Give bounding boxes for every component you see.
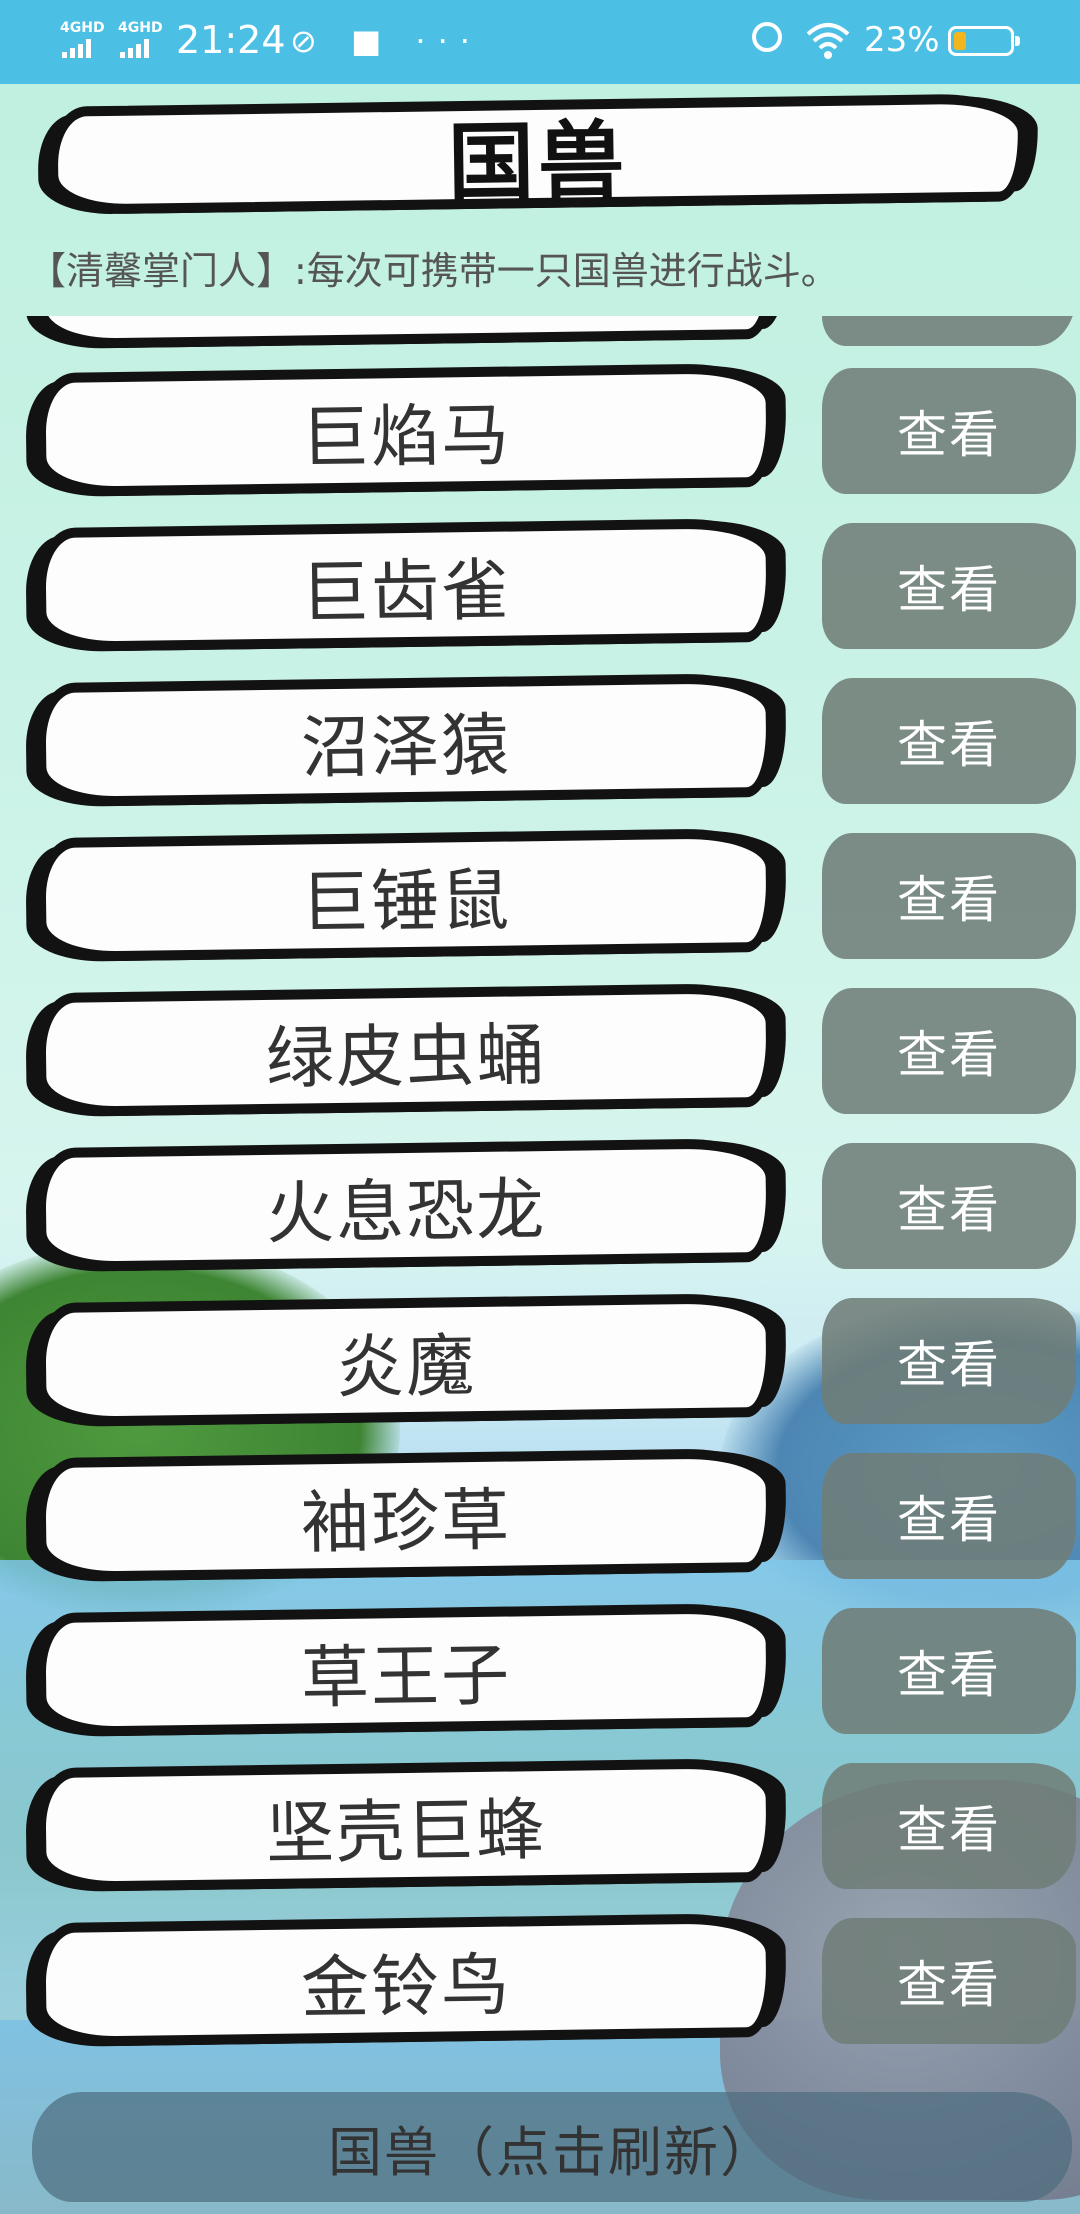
battery-percent: 23%	[864, 20, 940, 60]
clock: 21:24	[176, 18, 286, 62]
beast-name-banner[interactable]: 巨焰马	[35, 362, 777, 498]
beast-name: 金铃鸟	[300, 1946, 512, 2028]
beast-name-banner[interactable]: 炎魔	[35, 1292, 777, 1428]
signal-icon-1	[62, 38, 91, 58]
list-item: 金铃鸟 查看	[0, 1906, 1080, 2061]
view-button[interactable]: 查看	[822, 316, 1076, 346]
list-item: 袖珍草 查看	[0, 1441, 1080, 1596]
list-item: 沼泽猿 查看	[0, 666, 1080, 821]
screen: 4GHD 4GHD 21:24 ⊘ ■ ··· 23% 国兽 【清馨掌门人】:每…	[0, 0, 1080, 2214]
beast-name: 袖珍草	[300, 1481, 512, 1563]
notification-icons: ⊘ ■ ···	[290, 22, 482, 60]
alarm-icon	[752, 22, 782, 52]
view-button[interactable]: 查看	[822, 1763, 1076, 1889]
view-button[interactable]: 查看	[822, 523, 1076, 649]
list-item: 巨锤鼠 查看	[0, 821, 1080, 976]
view-button[interactable]: 查看	[822, 1918, 1076, 2044]
wifi-icon	[806, 23, 850, 59]
list-item: 绿皮虫蛹 查看	[0, 976, 1080, 1131]
beast-name-banner[interactable]: 坚壳巨蜂	[35, 1757, 777, 1893]
beast-name: 巨锤鼠	[300, 861, 512, 943]
view-button[interactable]: 查看	[822, 1453, 1076, 1579]
beast-name-banner[interactable]: 火息恐龙	[35, 1137, 777, 1273]
view-button[interactable]: 查看	[822, 678, 1076, 804]
list-item: 草王子 查看	[0, 1596, 1080, 1751]
status-bar: 4GHD 4GHD 21:24 ⊘ ■ ··· 23%	[0, 0, 1080, 84]
beast-name-banner[interactable]: 袖珍草	[35, 1447, 777, 1583]
title-banner: 国兽	[47, 93, 1029, 215]
beast-name-banner[interactable]: 巨锤鼠	[35, 827, 777, 963]
view-button[interactable]: 查看	[822, 988, 1076, 1114]
beast-name-banner[interactable]: 草王子	[35, 1602, 777, 1738]
view-button[interactable]: 查看	[822, 1608, 1076, 1734]
list-item: 坚壳巨蜂 查看	[0, 1751, 1080, 1906]
list-item: 巨齿雀 查看	[0, 511, 1080, 666]
signal-icon-2	[120, 38, 149, 58]
list-item: 火息恐龙 查看	[0, 1131, 1080, 1286]
signal-label-2: 4GHD	[118, 20, 163, 36]
page-title: 国兽	[447, 111, 629, 214]
beast-name: 草王子	[300, 1636, 512, 1718]
list-item: 炎魔 查看	[0, 1286, 1080, 1441]
beast-list[interactable]: 查看 巨焰马 查看 巨齿雀 查看 沼泽猿 查看 巨锤鼠 查看 绿皮虫蛹 查看 火…	[0, 316, 1080, 2086]
beast-name-banner[interactable]: 绿皮虫蛹	[35, 982, 777, 1118]
beast-name: 炎魔	[335, 1326, 477, 1408]
view-button[interactable]: 查看	[822, 1143, 1076, 1269]
refresh-button[interactable]: 国兽（点击刷新）	[32, 2092, 1072, 2202]
view-button[interactable]: 查看	[822, 833, 1076, 959]
beast-name: 坚壳巨蜂	[265, 1790, 547, 1874]
beast-name: 巨焰马	[300, 396, 512, 478]
battery-icon	[948, 26, 1020, 56]
beast-name-banner[interactable]: 沼泽猿	[35, 672, 777, 808]
beast-name: 火息恐龙	[265, 1170, 547, 1254]
beast-name: 沼泽猿	[300, 706, 512, 788]
beast-name-banner[interactable]: 金铃鸟	[35, 1912, 777, 2048]
beast-name: 巨齿雀	[300, 551, 512, 633]
list-item: 巨焰马 查看	[0, 356, 1080, 511]
view-button[interactable]: 查看	[822, 368, 1076, 494]
beast-name-banner[interactable]	[35, 316, 777, 350]
notice-text: 【清馨掌门人】:每次可携带一只国兽进行战斗。	[28, 249, 839, 293]
beast-name-banner[interactable]: 巨齿雀	[35, 517, 777, 653]
beast-name: 绿皮虫蛹	[265, 1015, 547, 1099]
view-button[interactable]: 查看	[822, 1298, 1076, 1424]
signal-label-1: 4GHD	[60, 20, 105, 36]
